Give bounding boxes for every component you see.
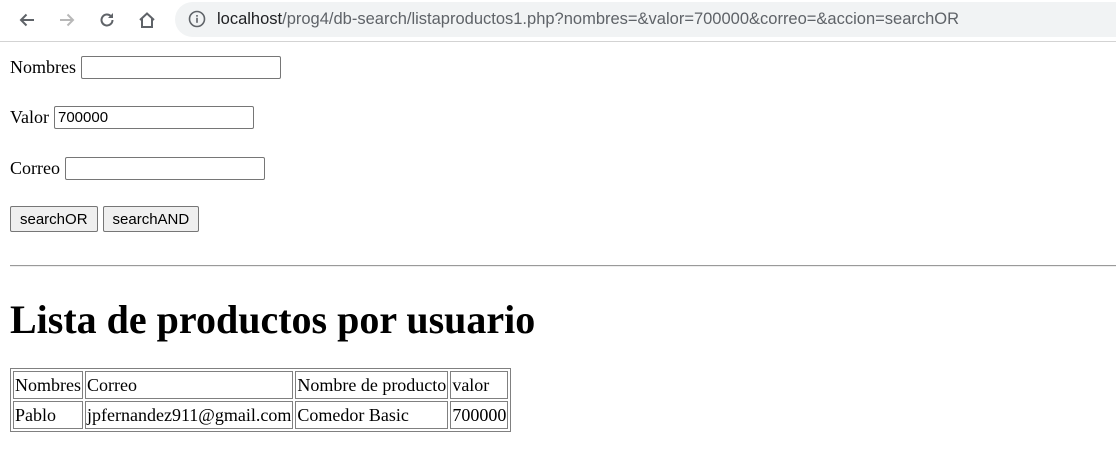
forward-arrow-icon — [60, 13, 75, 27]
cell-valor: 700000 — [450, 401, 509, 429]
home-icon — [139, 12, 155, 28]
cell-nombres: Pablo — [13, 401, 83, 429]
cell-correo: jpfernandez911@gmail.com — [85, 401, 294, 429]
column-header-correo: Correo — [85, 371, 294, 399]
url-path: /prog4/db-search/listaproductos1.php?nom… — [282, 10, 960, 28]
reload-button[interactable] — [92, 5, 122, 35]
column-header-nombre-de-producto: Nombre de producto — [295, 371, 449, 399]
correo-label: Correo — [10, 157, 60, 178]
column-header-nombres: Nombres — [13, 371, 83, 399]
back-arrow-icon — [19, 13, 34, 27]
reload-icon — [100, 13, 114, 27]
results-table: Nombres Correo Nombre de producto valor … — [10, 368, 512, 432]
search-and-button[interactable]: searchAND — [102, 206, 200, 232]
browser-toolbar: localhost/prog4/db-search/listaproductos… — [0, 0, 1116, 42]
valor-input[interactable] — [54, 105, 254, 129]
nombres-row: Nombres — [10, 53, 281, 81]
column-header-valor: valor — [450, 371, 509, 399]
page-title: Lista de productos por usuario — [10, 297, 536, 342]
back-button[interactable] — [12, 5, 42, 35]
address-bar[interactable]: localhost/prog4/db-search/listaproductos… — [175, 2, 1116, 37]
nombres-input[interactable] — [81, 55, 281, 79]
correo-row: Correo — [10, 154, 265, 182]
url-text[interactable]: localhost/prog4/db-search/listaproductos… — [217, 2, 959, 37]
nombres-label: Nombres — [10, 56, 76, 77]
table-row: Pablo jpfernandez911@gmail.com Comedor B… — [13, 401, 509, 429]
url-host: localhost — [217, 10, 283, 28]
table-header-row: Nombres Correo Nombre de producto valor — [13, 371, 509, 399]
info-icon[interactable] — [188, 10, 206, 28]
search-buttons: searchOR searchAND — [10, 206, 204, 232]
cell-nombre-de-producto: Comedor Basic — [295, 401, 449, 429]
valor-row: Valor — [10, 103, 254, 131]
search-or-button[interactable]: searchOR — [10, 206, 98, 232]
valor-label: Valor — [10, 106, 49, 127]
horizontal-divider — [10, 265, 1116, 267]
home-button[interactable] — [132, 5, 162, 35]
forward-button[interactable] — [52, 5, 82, 35]
correo-input[interactable] — [64, 156, 265, 180]
